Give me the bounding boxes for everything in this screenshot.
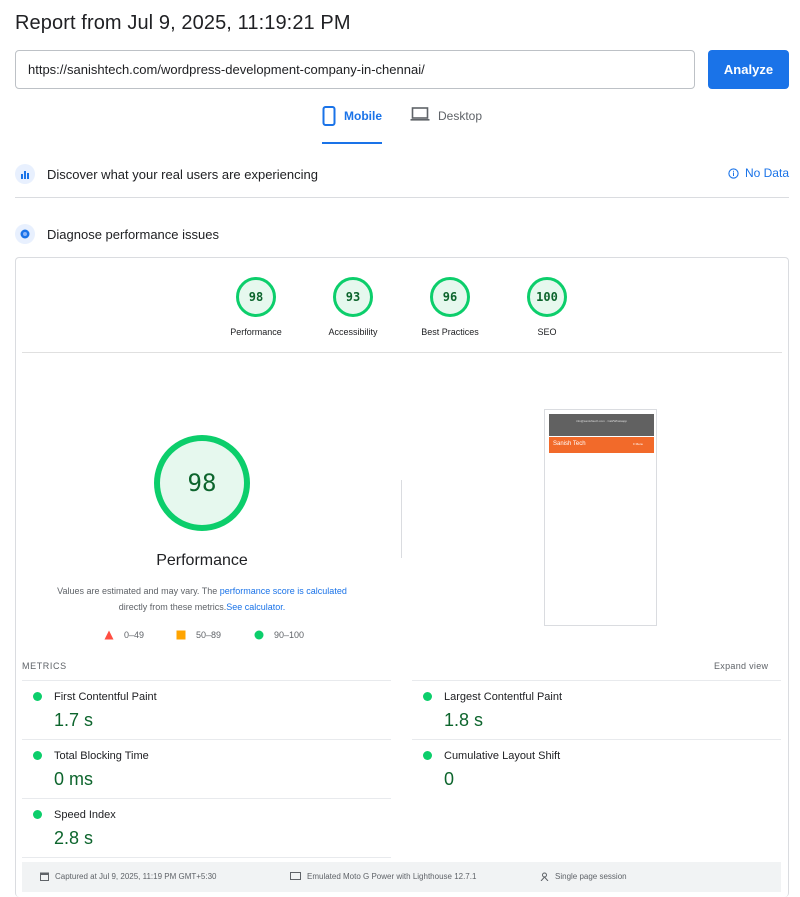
score-calculated-link[interactable]: performance score is calculated — [220, 586, 347, 596]
metric-value: 2.8 s — [54, 828, 94, 848]
diagnose-section-header: Diagnose performance issues — [15, 222, 789, 246]
page-title: Report from Jul 9, 2025, 11:19:21 PM — [15, 12, 351, 34]
tab-mobile-label: Mobile — [344, 109, 382, 123]
metric-lcp: Largest Contentful Paint 1.8 s — [412, 680, 781, 739]
no-data-link[interactable]: No Data — [728, 166, 789, 180]
category-divider — [22, 352, 782, 353]
orange-square-icon — [176, 630, 186, 640]
laptop-icon — [410, 107, 430, 121]
green-circle-icon — [423, 751, 432, 760]
score-value: 96 — [442, 290, 458, 304]
legend-fail-label: 0–49 — [124, 630, 145, 640]
performance-title: Performance — [156, 552, 248, 569]
section-divider — [15, 197, 789, 198]
screenshot-topbar — [549, 414, 654, 436]
screenshot-topbar-text: info@sanishtech.com · Call/Whatsapp — [576, 419, 627, 423]
tab-mobile[interactable]: Mobile — [322, 106, 382, 144]
metric-value: 0 — [444, 769, 455, 789]
score-value: 100 — [536, 290, 558, 304]
expand-view-toggle[interactable]: Expand view — [714, 661, 768, 671]
legend-fail: 0–49 — [104, 630, 144, 640]
metric-name: Total Blocking Time — [54, 750, 149, 762]
metrics-heading: METRICS — [22, 661, 67, 671]
legend-pass: 90–100 — [254, 630, 304, 640]
score-value: 93 — [345, 290, 361, 304]
see-calculator-link[interactable]: See calculator. — [226, 602, 285, 612]
metric-name: Largest Contentful Paint — [444, 691, 563, 703]
legend-average: 50–89 — [176, 630, 221, 640]
metric-name: Cumulative Layout Shift — [444, 750, 561, 762]
metric-cls: Cumulative Layout Shift 0 — [412, 739, 781, 798]
category-performance[interactable]: 98 Performance — [216, 275, 296, 337]
info-icon — [728, 167, 739, 179]
score-gauge: 100 — [525, 275, 569, 319]
metric-si: Speed Index 2.8 s — [22, 798, 391, 857]
users-chart-icon — [15, 164, 35, 184]
desc-text: directly from these metrics. — [118, 602, 227, 612]
desc-text: Values are estimated and may vary. The — [57, 586, 220, 596]
analyze-button[interactable]: Analyze — [708, 50, 789, 89]
red-triangle-icon — [104, 630, 114, 640]
green-circle-icon — [33, 692, 42, 701]
metrics-divider — [22, 857, 391, 858]
diagnose-heading: Diagnose performance issues — [47, 226, 219, 242]
category-label: SEO — [537, 327, 557, 337]
vertical-divider — [401, 480, 402, 558]
green-circle-icon — [33, 810, 42, 819]
metric-name: Speed Index — [54, 809, 116, 821]
score-value: 98 — [248, 290, 264, 304]
page-screenshot-thumbnail[interactable]: info@sanishtech.com · Call/Whatsapp Sani… — [544, 409, 657, 626]
crux-section-header: Discover what your real users are experi… — [15, 162, 789, 186]
score-gauge: 96 — [428, 275, 472, 319]
category-label: Performance — [230, 327, 282, 337]
metric-value: 0 ms — [54, 769, 94, 789]
score-gauge: 98 — [234, 275, 278, 319]
tab-desktop[interactable]: Desktop — [410, 107, 483, 142]
metric-fcp: First Contentful Paint 1.7 s — [22, 680, 391, 739]
category-best-practices[interactable]: 96 Best Practices — [410, 275, 490, 337]
green-circle-icon — [423, 692, 432, 701]
screenshot-menu: ≡ Menu — [633, 442, 644, 446]
performance-description: Values are estimated and may vary. The p… — [40, 583, 364, 615]
crux-heading: Discover what your real users are experi… — [47, 166, 318, 182]
score-gauge: 93 — [331, 275, 375, 319]
category-label: Best Practices — [421, 327, 479, 337]
metric-value: 1.7 s — [54, 710, 94, 730]
url-input[interactable] — [15, 50, 695, 89]
metric-tbt: Total Blocking Time 0 ms — [22, 739, 391, 798]
mobile-phone-icon — [322, 106, 336, 126]
screenshot-brand: Sanish Tech — [553, 441, 586, 447]
performance-score: 98 — [187, 469, 217, 497]
category-seo[interactable]: 100 SEO — [507, 275, 587, 337]
category-label: Accessibility — [328, 327, 378, 337]
tab-desktop-label: Desktop — [438, 109, 483, 123]
legend-average-label: 50–89 — [196, 630, 222, 640]
green-circle-icon — [254, 630, 264, 640]
category-accessibility[interactable]: 93 Accessibility — [313, 275, 393, 337]
lighthouse-icon — [15, 224, 35, 244]
metric-value: 1.8 s — [444, 710, 484, 730]
metric-name: First Contentful Paint — [54, 691, 157, 703]
legend-pass-label: 90–100 — [274, 630, 305, 640]
green-circle-icon — [33, 751, 42, 760]
no-data-label: No Data — [744, 166, 789, 180]
